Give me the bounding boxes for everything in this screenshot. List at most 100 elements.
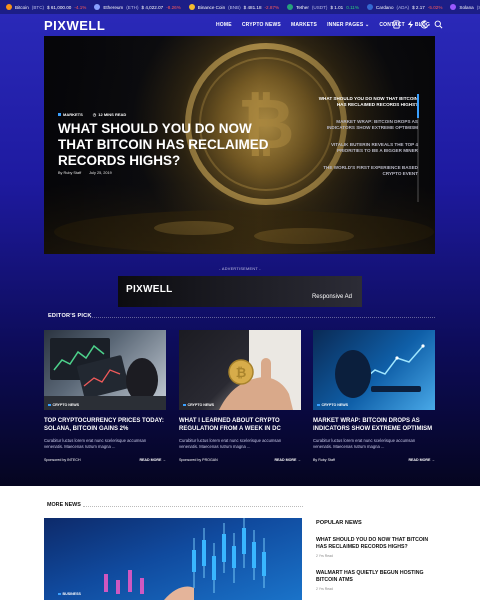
- read-more-link[interactable]: READ MORE →: [408, 458, 435, 462]
- hero-slide-item[interactable]: THE WORLD'S FIRST EXPERIENCE BASED CRYPT…: [318, 165, 418, 177]
- dark-mode-icon[interactable]: [420, 20, 429, 29]
- card-title[interactable]: WHAT I LEARNED ABOUT CRYPTO REGULATION F…: [179, 418, 301, 433]
- read-more-link[interactable]: READ MORE →: [274, 458, 301, 462]
- bookmark-icon[interactable]: [392, 20, 401, 29]
- candlestick-chart-illustration: [104, 518, 266, 600]
- nav-crypto-news[interactable]: CRYPTO NEWS: [242, 22, 281, 28]
- ticker-symbol: (ADA): [396, 4, 410, 10]
- ticker-change: -4.1%: [74, 4, 87, 10]
- ticker-coin-name: Solana: [459, 4, 474, 10]
- coin-icon: [366, 4, 373, 10]
- ticker-change: -2.87%: [264, 4, 280, 10]
- card-footer: Sponsored by PROGAN READ MORE →: [179, 458, 301, 462]
- editors-pick-title: EDITOR'S PICK: [48, 313, 92, 319]
- card-category[interactable]: CRYPTO NEWS: [48, 403, 79, 407]
- hero-slide-item[interactable]: VITALIK BUTERIN REVEALS THE TOP 4 PRIORI…: [318, 142, 418, 154]
- nav-home[interactable]: HOME: [216, 22, 232, 28]
- ticker-price: $ 61,000.00: [47, 4, 72, 10]
- card-image[interactable]: CRYPTO NEWS: [313, 330, 435, 410]
- lightning-icon[interactable]: [406, 20, 415, 29]
- card-image[interactable]: CRYPTO NEWS: [44, 330, 166, 410]
- ticker-price: $ 1.01: [330, 4, 344, 10]
- ad-logo: PIXWELL: [126, 284, 173, 295]
- site-header: PIXWELL HOME CRYPTO NEWS MARKETS INNER P…: [0, 14, 480, 36]
- coin-icon: [94, 4, 101, 10]
- ticker-item[interactable]: Binance Coin (BNB) $ 481.18 -2.87%: [188, 4, 280, 10]
- ticker-item[interactable]: Cardano (ADA) $ 2.17 -5.02%: [366, 4, 443, 10]
- editors-pick-card[interactable]: CRYPTO NEWS TOP CRYPTOCURRENCY PRICES TO…: [44, 330, 166, 462]
- ticker-coin-name: Ethereum: [103, 4, 124, 10]
- advertisement-label: - ADVERTISEMENT -: [219, 267, 261, 271]
- more-news-title: MORE NEWS: [47, 502, 81, 508]
- card-excerpt: Curabitur luctus lorem erat nunc sceleri…: [313, 438, 416, 449]
- ticker-symbol: (USDT): [311, 4, 328, 10]
- popular-news-item[interactable]: WHAT SHOULD YOU DO NOW THAT BITCOIN HAS …: [316, 537, 440, 558]
- card-category[interactable]: CRYPTO NEWS: [183, 403, 214, 407]
- ticker-item[interactable]: Solana(SOL)$ 201.13-4.3: [450, 4, 480, 10]
- price-ticker: Bitcoin (BTC) $ 61,000.00 -4.1% Ethereum (ETH…: [0, 0, 480, 14]
- ad-text: Responsive Ad: [311, 294, 352, 300]
- trading-screen-illustration: [44, 338, 166, 410]
- hero-read-time: ◷ 12 MINS READ: [92, 112, 127, 117]
- ticker-coin-name: Binance Coin: [197, 4, 226, 10]
- card-sponsor[interactable]: Sponsored by INTECH: [44, 458, 81, 462]
- advertisement-banner[interactable]: PIXWELL Responsive Ad: [118, 276, 362, 307]
- editors-pick-card[interactable]: ₿ CRYPTO NEWS WHAT I LEARNED ABOUT CRYPT…: [179, 330, 301, 462]
- hero-slide-item[interactable]: MARKET WRAP: BITCOIN DROPS AS INDICATORS…: [318, 119, 418, 131]
- svg-text:₿: ₿: [236, 366, 247, 381]
- ticker-item[interactable]: Ethereum (ETH) $ 4,022.07 -8.26%: [94, 4, 181, 10]
- coin-icon: [188, 4, 195, 10]
- ticker-price: $ 4,022.07: [141, 4, 164, 10]
- search-icon[interactable]: [434, 20, 443, 29]
- ticker-change: -5.02%: [427, 4, 443, 10]
- ticker-price: $ 481.18: [243, 4, 262, 10]
- card-title[interactable]: TOP CRYPTOCURRENCY PRICES TODAY: SOLANA,…: [44, 418, 166, 433]
- ticker-item[interactable]: Bitcoin (BTC) $ 61,000.00 -4.1%: [6, 4, 86, 10]
- hero-slider-list: WHAT SHOULD YOU DO NOW THAT BITCOIN HAS …: [318, 96, 418, 188]
- popular-news-title: POPULAR NEWS: [316, 520, 362, 526]
- analytics-hologram-illustration: [335, 344, 425, 398]
- section-divider: [83, 506, 303, 507]
- more-news-image[interactable]: [44, 518, 302, 600]
- card-author[interactable]: By Ruby Staff: [313, 458, 335, 462]
- card-sponsor[interactable]: Sponsored by PROGAN: [179, 458, 218, 462]
- editors-pick-card[interactable]: CRYPTO NEWS MARKET WRAP: BITCOIN DROPS A…: [313, 330, 435, 462]
- card-footer: By Ruby Staff READ MORE →: [313, 458, 435, 462]
- popular-news-item-title[interactable]: WHAT SHOULD YOU DO NOW THAT BITCOIN HAS …: [316, 537, 440, 551]
- ticker-symbol: (BNB): [228, 4, 241, 10]
- ticker-item[interactable]: Tether (USDT) $ 1.01 0.11%: [287, 4, 359, 10]
- card-excerpt: Curabitur luctus lorem erat nunc sceleri…: [44, 438, 147, 449]
- coin-icon: [287, 4, 294, 10]
- more-news-category[interactable]: BUSINESS: [58, 592, 81, 596]
- hero-date: July 25, 2019: [89, 171, 112, 175]
- hero-meta: By Ruby Staff July 25, 2019: [58, 171, 112, 175]
- coin-icon: [450, 4, 457, 10]
- hero-slider-progress-fill: [417, 94, 419, 118]
- ticker-change: 0.11%: [346, 4, 359, 10]
- card-image[interactable]: ₿ CRYPTO NEWS: [179, 330, 301, 410]
- hero-title[interactable]: WHAT SHOULD YOU DO NOW THAT BITCOIN HAS …: [58, 121, 273, 169]
- ticker-symbol: (BTC): [31, 4, 45, 10]
- card-title[interactable]: MARKET WRAP: BITCOIN DROPS AS INDICATORS…: [313, 418, 435, 433]
- header-icons: [392, 20, 443, 29]
- nav-markets[interactable]: MARKETS: [291, 22, 317, 28]
- hero-category[interactable]: MARKETS: [58, 112, 83, 117]
- ticker-symbol: (ETH): [126, 4, 139, 10]
- site-logo[interactable]: PIXWELL: [44, 18, 105, 33]
- ticker-change: -8.26%: [166, 4, 181, 10]
- popular-news-item-title[interactable]: WALMART HAS QUIETLY BEGUN HOSTING BITCOI…: [316, 570, 440, 584]
- ticker-price: $ 2.17: [412, 4, 425, 10]
- coin-icon: [6, 4, 12, 10]
- read-more-link[interactable]: READ MORE →: [139, 458, 166, 462]
- hero-author[interactable]: By Ruby Staff: [58, 171, 81, 175]
- section-divider: [90, 317, 435, 318]
- hero-slider-progress: [417, 94, 419, 202]
- popular-news-item-date: 2 Yrs Read: [316, 553, 333, 558]
- popular-news-item[interactable]: WALMART HAS QUIETLY BEGUN HOSTING BITCOI…: [316, 570, 440, 591]
- hero-badges: MARKETS ◷ 12 MINS READ: [58, 112, 126, 117]
- nav-inner-pages[interactable]: INNER PAGES ⌄: [327, 22, 369, 28]
- ticker-coin-name: Tether: [296, 4, 309, 10]
- card-excerpt: Curabitur luctus lorem erat nunc sceleri…: [179, 438, 282, 449]
- hero-slide-item[interactable]: WHAT SHOULD YOU DO NOW THAT BITCOIN HAS …: [318, 96, 418, 108]
- card-category[interactable]: CRYPTO NEWS: [317, 403, 348, 407]
